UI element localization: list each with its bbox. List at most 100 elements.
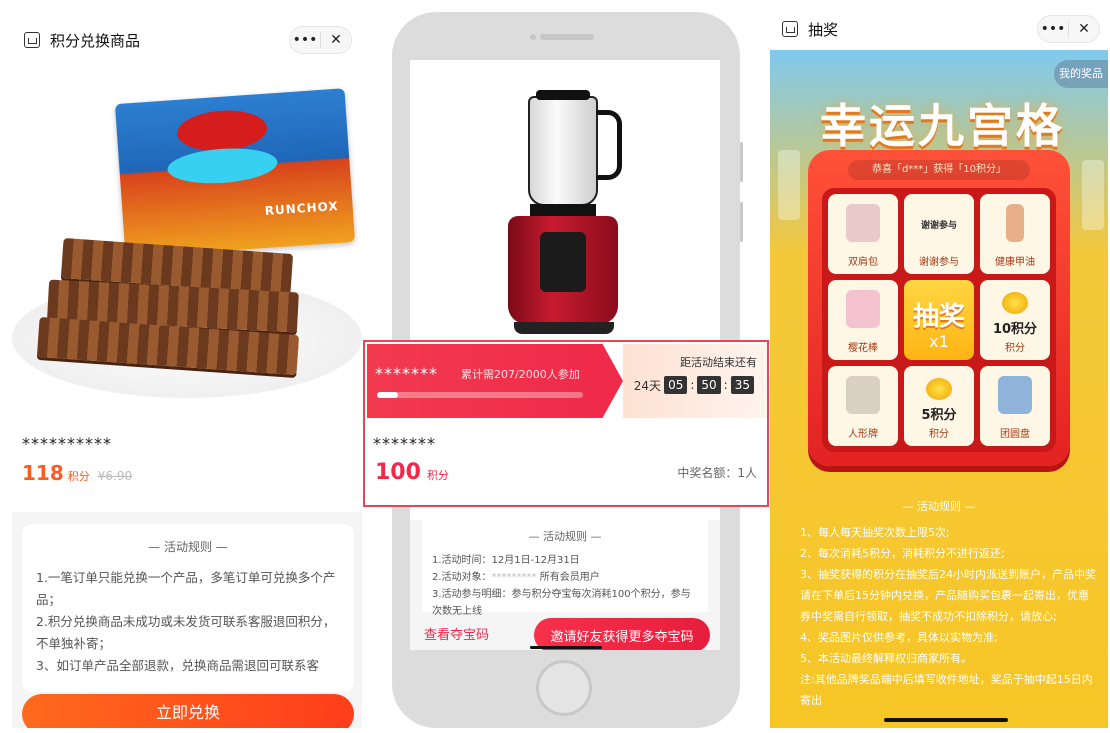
- prize-cell-reunion-plate: 团圆盘: [980, 366, 1050, 446]
- countdown-label: 距活动结束还有: [680, 356, 757, 369]
- rules-title: — 活动规则 —: [148, 540, 228, 554]
- rules-list: 1、每人每天抽奖次数上限5次; 2、每次消耗5积分，消耗积分不进行返还; 3、抽…: [800, 522, 1096, 711]
- product-info: ********** 118 积分 ¥6.90: [12, 420, 362, 499]
- product-image: RUNCHOX: [12, 68, 362, 420]
- draw-button[interactable]: 抽奖 x1: [904, 280, 974, 360]
- prize-label: 双肩包: [848, 257, 878, 268]
- volume-button: [740, 142, 743, 182]
- prize-label: 谢谢参与: [919, 257, 959, 268]
- decorative-tag: [1082, 160, 1104, 230]
- nav-bar: 积分兑换商品 ••• ✕: [12, 12, 362, 68]
- coin-icon: [1002, 292, 1028, 314]
- price-row: 100 积分: [375, 460, 449, 485]
- points-price: 118: [22, 461, 64, 485]
- blender-feet: [514, 322, 614, 334]
- miniapp-icon: [24, 32, 40, 48]
- rules-section: — 活动规则 — 1.活动时间：12月1日-12月31日 2.活动对象：****…: [410, 520, 720, 650]
- original-price: ¥6.90: [97, 469, 133, 483]
- more-icon[interactable]: •••: [1038, 21, 1068, 37]
- volume-button: [740, 202, 743, 242]
- my-prizes-button[interactable]: 我的奖品: [1054, 60, 1108, 88]
- rules-card: — 活动规则 — 1.活动时间：12月1日-12月31日 2.活动对象：****…: [422, 520, 708, 617]
- rule-line: 注:其他品牌奖品端中后填写收件地址，奖品于抽中起15日内寄出: [800, 673, 1093, 707]
- coin-icon: [926, 378, 952, 400]
- prize-cell-sakura-stick: 樱花棒: [828, 280, 898, 360]
- reunion-plate-icon: [998, 376, 1032, 414]
- rule-line: 2、每次消耗5积分，消耗积分不进行返还;: [800, 547, 1005, 560]
- prize-label: 团圆盘: [1000, 429, 1030, 440]
- rules-title: — 活动规则 —: [528, 530, 602, 543]
- prize-label: 樱花棒: [848, 343, 878, 354]
- participant-count: 累计需207/2000人参加: [461, 368, 580, 381]
- countdown-minutes: 50: [697, 376, 721, 394]
- points-unit: 积分: [67, 470, 90, 483]
- blender-lid: [536, 90, 590, 100]
- rule-line: 1、每人每天抽奖次数上限5次;: [800, 526, 950, 539]
- rule-line: 5、本活动最终解释权归商家所有。: [800, 652, 972, 665]
- home-indicator: [884, 718, 1008, 722]
- lottery-board: 恭喜「d***」获得「10积分」 双肩包 谢谢参与 谢谢参与 健康甲油 樱花棒 …: [808, 150, 1070, 466]
- prize-cell-thanks: 谢谢参与 谢谢参与: [904, 194, 974, 274]
- more-icon[interactable]: •••: [290, 32, 320, 48]
- backpack-icon: [846, 204, 880, 242]
- countdown-seconds: 35: [730, 376, 754, 394]
- blender-handle: [596, 110, 622, 180]
- lottery-screen: 抽奖 ••• ✕ 我的奖品 幸运九宫格 恭喜「d***」获得「10积分」 双肩包: [770, 8, 1108, 728]
- blender-control-panel: [540, 232, 586, 292]
- prize-label: 人形牌: [848, 429, 878, 440]
- points-value: 5积分: [921, 408, 957, 423]
- points-value: 10积分: [992, 322, 1038, 337]
- rule-line: 4、奖品图片仅供参考，具体以实物为准;: [800, 631, 998, 644]
- progress-bar: [377, 392, 583, 398]
- nav-bar: 抽奖 ••• ✕: [770, 8, 1108, 50]
- prize-label: 积分: [1005, 343, 1025, 354]
- points-price: 100: [375, 460, 421, 485]
- rule-line: 1.一笔订单只能兑换一个产品，多笔订单可兑换多个产品；: [36, 570, 336, 607]
- blender-jar: [528, 96, 598, 206]
- rule-line: 3.活动参与明细：参与积分夺宝每次消耗100个积分，参与次数无上线: [432, 589, 691, 617]
- lottery-body: 我的奖品 幸运九宫格 恭喜「d***」获得「10积分」 双肩包 谢谢参与 谢谢参…: [770, 50, 1108, 728]
- rules-card: — 活动规则 — 1.一笔订单只能兑换一个产品，多笔订单可兑换多个产品； 2.积…: [22, 524, 354, 692]
- package-text-redacted: [166, 145, 279, 187]
- wafer-package: RUNCHOX: [114, 88, 356, 258]
- progress-countdown-strip: ******* 累计需207/2000人参加 距活动结束还有 24天 05: 5…: [367, 344, 767, 418]
- exchange-now-button[interactable]: 立即兑换: [22, 694, 354, 728]
- close-icon[interactable]: ✕: [1069, 21, 1099, 37]
- page-title: 抽奖: [808, 20, 839, 39]
- draw-count: x1: [929, 332, 949, 351]
- countdown-timer: 24天 05: 50: 35: [634, 376, 757, 394]
- countdown: 距活动结束还有 24天 05: 50: 35: [623, 344, 767, 418]
- thanks-text: 谢谢参与: [920, 221, 957, 231]
- front-camera: [530, 34, 536, 40]
- product-name: *******: [373, 434, 436, 453]
- banner-title: 幸运九宫格: [820, 99, 1065, 153]
- prize-cell-5-points: 5积分 积分: [904, 366, 974, 446]
- capsule-menu: ••• ✕: [289, 26, 352, 54]
- points-unit: 积分: [426, 469, 449, 482]
- blender-image: [500, 90, 630, 340]
- figure-card-icon: [846, 376, 880, 414]
- rules-title: — 活动规则 —: [902, 500, 976, 513]
- home-button[interactable]: [536, 660, 592, 716]
- product-name: **********: [22, 434, 112, 453]
- close-icon[interactable]: ✕: [321, 32, 351, 48]
- prize-cell-10-points: 10积分 积分: [980, 280, 1050, 360]
- points-exchange-screen: 积分兑换商品 ••• ✕ RUNCHOX ********** 118 积分 ¥…: [12, 12, 362, 728]
- rule-line: 2.活动对象：********* 所有会员用户: [432, 569, 698, 586]
- prize-label: 健康甲油: [995, 257, 1035, 268]
- price-row: 118 积分 ¥6.90: [22, 461, 352, 485]
- rule-prefix: 2.活动对象：: [432, 572, 492, 583]
- sakura-stick-icon: [846, 290, 880, 328]
- package-logo-redacted: [175, 107, 269, 154]
- view-codes-button[interactable]: 查看夺宝码: [424, 624, 489, 643]
- winner-quota: 中奖名额：1人: [677, 466, 757, 480]
- rule-line: 1.活动时间：12月1日-12月31日: [432, 555, 580, 566]
- prize-cell-figure-card: 人形牌: [828, 366, 898, 446]
- draw-label: 抽奖: [912, 302, 965, 332]
- prize-label: 积分: [929, 429, 949, 440]
- decorative-tag: [778, 150, 800, 220]
- countdown-days: 24天: [633, 378, 662, 393]
- stage: 积分兑换商品 ••• ✕ RUNCHOX ********** 118 积分 ¥…: [0, 0, 1110, 733]
- capsule-menu: ••• ✕: [1037, 15, 1100, 43]
- countdown-hours: 05: [664, 376, 688, 394]
